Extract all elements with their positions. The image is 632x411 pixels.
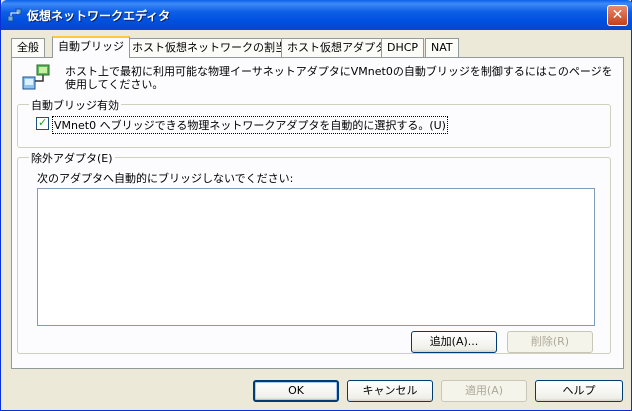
- help-button[interactable]: ヘルプ: [535, 380, 623, 402]
- excluded-adapters-list[interactable]: [37, 188, 595, 326]
- tab-host-network-assignment[interactable]: ホスト仮想ネットワークの割当て: [126, 38, 303, 57]
- dialog-window: 仮想ネットワークエディタ ✕ 全般 自動ブリッジ ホスト仮想ネットワークの割当て…: [0, 0, 632, 411]
- tab-nat[interactable]: NAT: [425, 38, 459, 57]
- checkmark-icon: ✓: [38, 116, 48, 129]
- title-bar[interactable]: 仮想ネットワークエディタ ✕: [1, 0, 632, 30]
- apply-button[interactable]: 適用(A): [441, 380, 527, 402]
- window-title: 仮想ネットワークエディタ: [27, 9, 171, 23]
- auto-bridge-legend: 自動ブリッジ有効: [29, 97, 121, 113]
- excluded-adapters-legend: 除外アダプタ(E): [29, 150, 115, 166]
- add-adapter-button[interactable]: 追加(A)...: [411, 331, 497, 353]
- auto-select-checkbox[interactable]: ✓: [36, 116, 49, 130]
- excluded-adapters-description: 次のアダプタへ自動的にブリッジしないでください:: [37, 172, 294, 185]
- tab-host-virtual-adapter[interactable]: ホスト仮想アダプタ: [281, 38, 392, 57]
- auto-select-label[interactable]: VMnet0 へブリッジできる物理ネットワークアダプタを自動的に選択する。(U): [52, 116, 448, 134]
- tab-general[interactable]: 全般: [11, 38, 45, 57]
- close-button[interactable]: ✕: [607, 5, 628, 26]
- network-adapter-icon: [22, 64, 50, 90]
- tab-dhcp[interactable]: DHCP: [381, 38, 425, 57]
- network-icon: [7, 8, 22, 22]
- remove-adapter-button[interactable]: 削除(R): [507, 331, 593, 353]
- close-icon: ✕: [611, 7, 624, 23]
- ok-button[interactable]: OK: [253, 380, 339, 402]
- intro-text: ホスト上で最初に利用可能な物理イーサネットアダプタにVMnet0の自動ブリッジを…: [65, 65, 613, 91]
- cancel-button[interactable]: キャンセル: [347, 380, 433, 402]
- tab-auto-bridge[interactable]: 自動ブリッジ: [52, 36, 130, 58]
